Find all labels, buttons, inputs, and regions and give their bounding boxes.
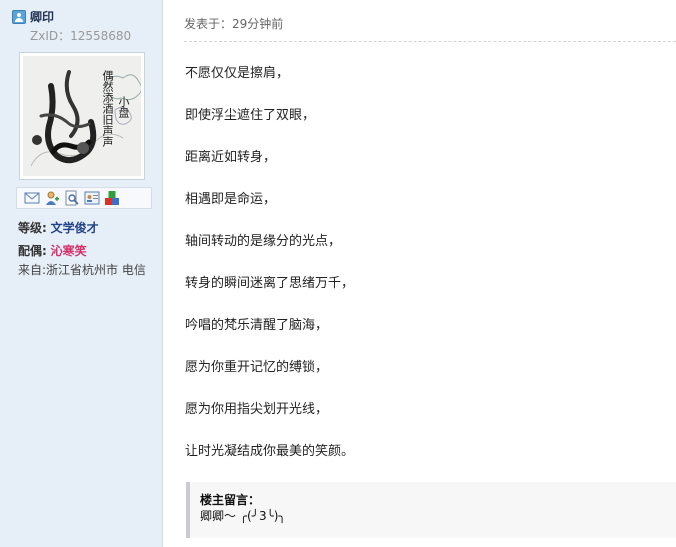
poem-line: 相遇即是命运， (185, 192, 277, 207)
user-icon (12, 9, 26, 24)
poem-line: 愿为你用指尖划开光线， (185, 402, 329, 417)
poem-line: 不愿仅仅是擦肩， (185, 66, 290, 81)
rank-value: 文学俊才 (50, 221, 99, 235)
spouse-row: 配偶: 沁寒笑 (18, 242, 87, 259)
poem-line: 让时光凝结成你最美的笑颜。 (185, 444, 355, 459)
user-sidebar: 卿印 ZxID：12558680 偶然添酒旧声声 小盘 等级: 文学俊才 配偶:… (0, 0, 163, 547)
meta-divider (184, 41, 676, 42)
add-user-icon[interactable] (44, 190, 60, 206)
poem-line: 距离近如转身， (185, 150, 277, 165)
avatar-image: 偶然添酒旧声声 小盘 (23, 56, 141, 176)
spouse-value[interactable]: 沁寒笑 (51, 244, 87, 258)
avatar-caption-main: 偶然添酒旧声声 (101, 70, 114, 147)
gift-blocks-icon[interactable] (104, 190, 120, 206)
post-body: 不愿仅仅是擦肩， 即使浮尘遮住了双眼， 距离近如转身， 相遇即是命运， 轴间转动… (185, 65, 354, 485)
rank-row: 等级: 文学俊才 (18, 219, 99, 236)
avatar[interactable]: 偶然添酒旧声声 小盘 (19, 52, 145, 180)
poem-line: 即使浮尘遮住了双眼， (185, 108, 316, 123)
poem-line: 吟唱的梵乐清醒了脑海， (185, 318, 329, 333)
owner-note-title: 楼主留言： (200, 493, 261, 507)
spouse-label: 配偶: (18, 244, 47, 258)
owner-note-text: 卿卿～ ╭(╯3╰)╮ (200, 509, 286, 523)
post-content-area: 发表于：29分钟前 不愿仅仅是擦肩， 即使浮尘遮住了双眼， 距离近如转身， 相遇… (164, 0, 676, 547)
poem-line: 轴间转动的是缘分的光点， (185, 234, 342, 249)
poem-line: 愿为你重开记忆的缚锁， (185, 360, 329, 375)
rank-label: 等级: (18, 221, 47, 235)
username-link[interactable]: 卿印 (30, 8, 54, 25)
user-action-bar (16, 187, 152, 209)
profile-card-icon[interactable] (84, 190, 100, 206)
location-text: 来自:浙江省杭州市 电信 (18, 263, 146, 277)
user-zxid: ZxID：12558680 (30, 29, 132, 43)
envelope-icon[interactable] (24, 190, 40, 206)
user-header: 卿印 (12, 8, 54, 25)
owner-note-box: 楼主留言： 卿卿～ ╭(╯3╰)╮ (186, 482, 676, 538)
post-timestamp: 发表于：29分钟前 (184, 17, 284, 31)
poem-line: 转身的瞬间迷离了思绪万千， (185, 276, 355, 291)
search-document-icon[interactable] (64, 190, 80, 206)
avatar-caption-sub: 小盘 (117, 96, 130, 118)
